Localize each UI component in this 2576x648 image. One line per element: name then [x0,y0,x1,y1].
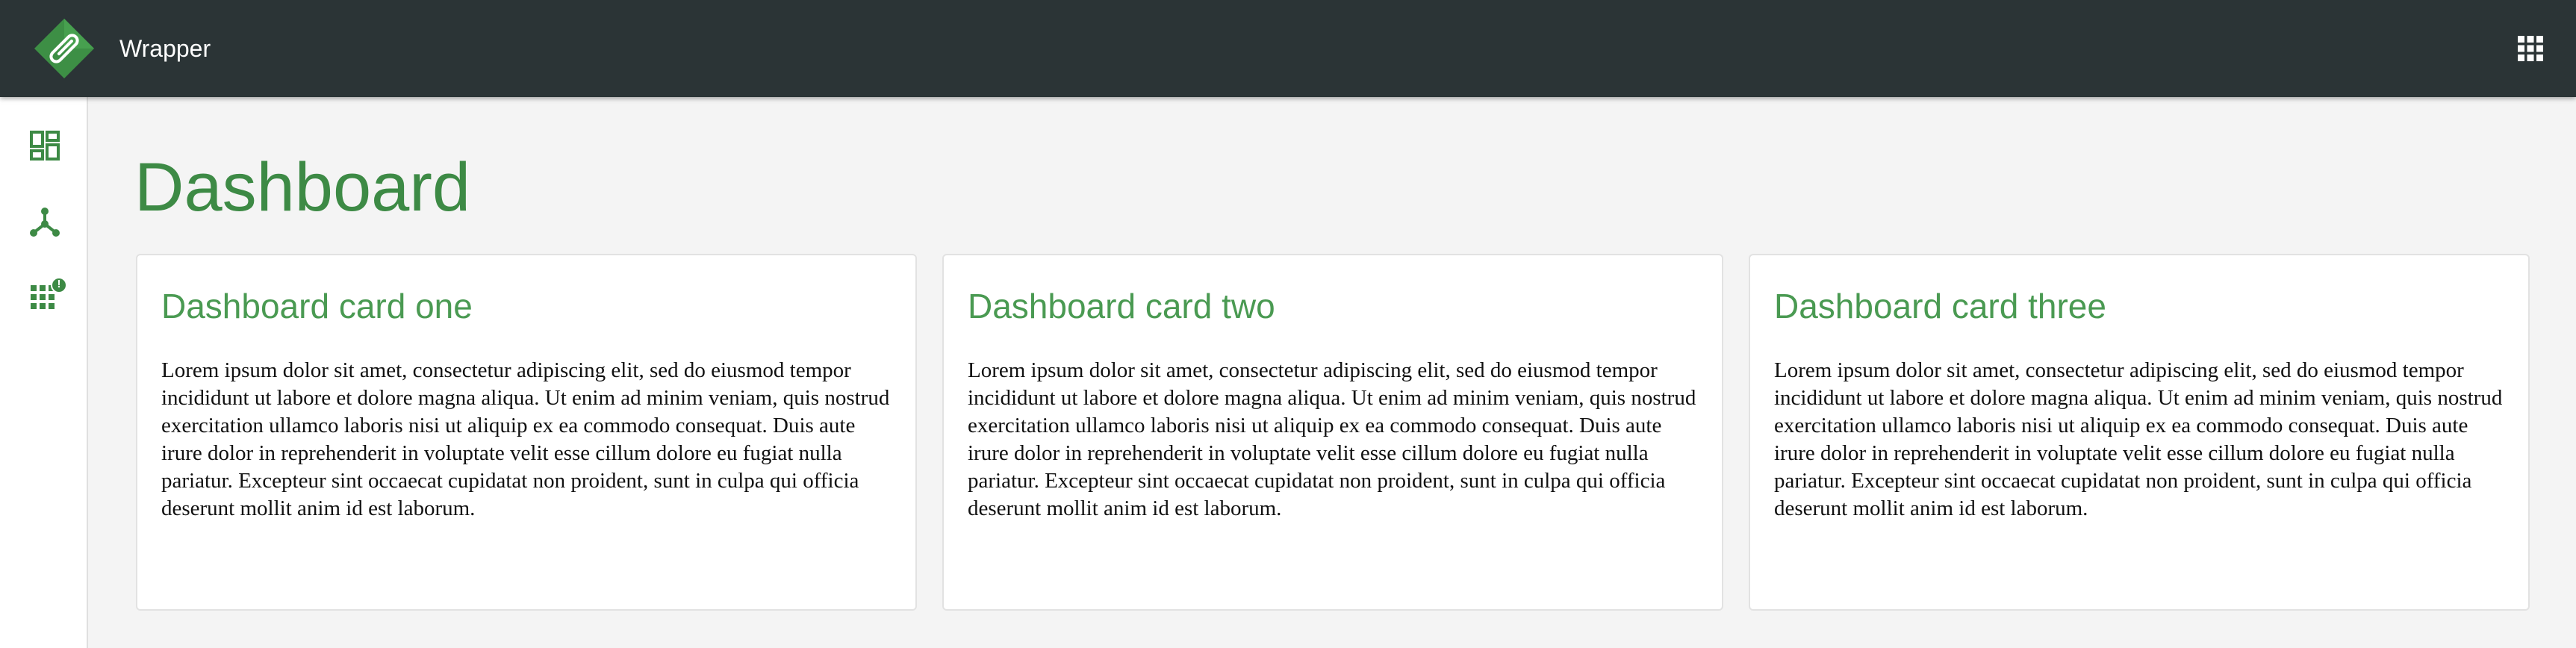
sidebar: ! [0,97,88,648]
page-title: Dashboard [134,149,471,225]
card-text: Lorem ipsum dolor sit amet, consectetur … [1774,358,2503,520]
paperclip-logo-icon[interactable] [34,19,94,78]
sidebar-item-network[interactable] [29,206,60,237]
dashboard-icon [30,131,60,161]
apps-grid-icon[interactable] [2516,34,2545,63]
card-title: Dashboard card three [1774,287,2106,325]
card-text: Lorem ipsum dolor sit amet, consectetur … [968,358,1696,520]
card-title: Dashboard card two [968,287,1275,325]
sidebar-item-apps[interactable]: ! [29,276,68,309]
notification-badge: ! [57,278,61,290]
card-title: Dashboard card one [161,287,473,325]
app-title: Wrapper [119,35,211,62]
dashboard-card-two: Dashboard card two Lorem ipsum dolor sit… [942,254,1723,611]
hub-network-icon [30,208,60,237]
apps-grid-badge-icon [31,277,67,309]
dashboard-card-three: Dashboard card three Lorem ipsum dolor s… [1749,254,2530,611]
dashboard-card-one: Dashboard card one Lorem ipsum dolor sit… [136,254,917,611]
card-text: Lorem ipsum dolor sit amet, consectetur … [161,358,890,520]
top-bar: Wrapper [0,0,2576,97]
main-content: Dashboard Dashboard card one Lorem ipsum… [88,97,2576,648]
sidebar-item-dashboard[interactable] [29,130,60,161]
